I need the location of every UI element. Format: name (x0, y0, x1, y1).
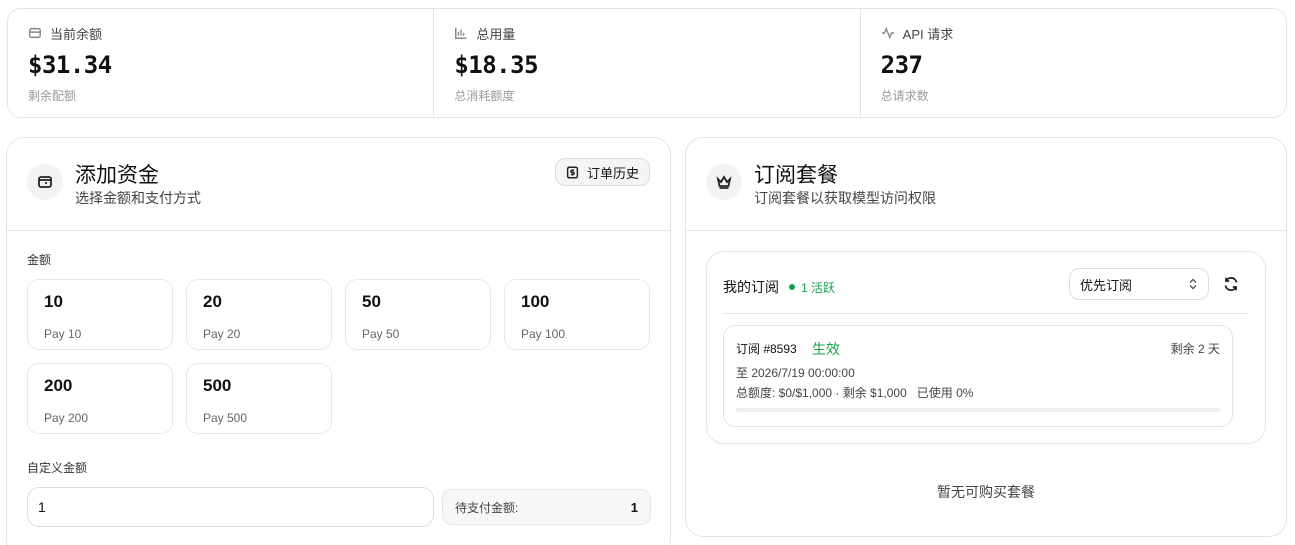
subscription-priority-select[interactable]: 优先订阅 (1069, 268, 1209, 300)
stat-value: 237 (880, 51, 923, 79)
bar-chart-icon (455, 27, 467, 39)
amount-option-10[interactable]: 10 Pay 10 (27, 279, 173, 350)
subscription-header: 订阅套餐 订阅套餐以获取模型访问权限 (686, 138, 1286, 231)
select-value: 优先订阅 (1080, 277, 1133, 293)
stat-label: 总用量 (476, 26, 516, 42)
pending-amount: 待支付金额: 1 (442, 489, 651, 525)
stat-usage: 总用量 $18.35 总消耗额度 (434, 9, 861, 117)
wallet-icon (38, 176, 52, 188)
wallet-icon (29, 27, 41, 39)
amount-option-50[interactable]: 50 Pay 50 (345, 279, 491, 350)
amount-option-200[interactable]: 200 Pay 200 (27, 363, 173, 434)
card-subtitle: 选择金额和支付方式 (75, 190, 201, 206)
card-subtitle: 订阅套餐以获取模型访问权限 (754, 190, 936, 206)
status-badge: 生效 (812, 341, 840, 357)
order-history-label: 订单历史 (586, 165, 639, 181)
subscription-card: 订阅套餐 订阅套餐以获取模型访问权限 我的订阅 1 活跃 优先订阅 订阅 #85… (685, 137, 1287, 537)
stat-balance: 当前余额 $31.34 剩余配额 (8, 9, 435, 117)
dollar-receipt-icon (566, 165, 579, 179)
amount-option-100[interactable]: 100 Pay 100 (504, 279, 650, 350)
amount-option-20[interactable]: 20 Pay 20 (186, 279, 332, 350)
stats-panel: 当前余额 $31.34 剩余配额 总用量 $18.35 总消耗额度 API 请求… (7, 8, 1287, 118)
my-subscriptions-label: 我的订阅 (723, 279, 779, 295)
subscription-id: 订阅 #8593 (736, 342, 797, 356)
crown-icon (716, 175, 732, 189)
card-title: 订阅套餐 (754, 164, 838, 187)
active-badge: 1 活跃 (789, 279, 835, 296)
stat-value: $31.34 (28, 51, 112, 79)
empty-plans-note: 暂无可购买套餐 (937, 484, 1035, 500)
custom-amount-label: 自定义金额 (27, 461, 88, 475)
order-history-button[interactable]: 订单历史 (554, 158, 650, 186)
add-funds-card: 添加资金 选择金额和支付方式 订单历史 金额 10 Pay 10 20 Pay … (6, 137, 671, 545)
stat-value: $18.35 (454, 51, 539, 79)
subscription-item: 订阅 #8593 生效 剩余 2 天 至 2026/7/19 00:00:00 … (723, 325, 1233, 427)
status-dot-icon (789, 284, 795, 290)
custom-amount-input[interactable] (27, 487, 434, 527)
refresh-button[interactable] (1219, 272, 1243, 296)
stat-label: 当前余额 (50, 26, 103, 42)
remaining-days: 剩余 2 天 (1170, 342, 1220, 356)
chevron-up-down-icon (1189, 278, 1197, 290)
my-subscriptions-panel: 我的订阅 1 活跃 优先订阅 订阅 #8593 生效 剩余 2 天 至 2026… (706, 251, 1266, 444)
amount-grid: 10 Pay 10 20 Pay 20 50 Pay 50 100 Pay 10… (27, 279, 651, 434)
stat-requests: API 请求 237 总请求数 (861, 9, 1286, 117)
card-title: 添加资金 (75, 164, 159, 187)
activity-icon (881, 26, 894, 40)
amount-option-500[interactable]: 500 Pay 500 (186, 363, 332, 434)
refresh-icon (1224, 277, 1238, 291)
stat-sub: 总消耗额度 (454, 89, 515, 103)
pending-label: 待支付金额: (455, 500, 519, 515)
stat-label: API 请求 (902, 26, 954, 42)
usage-progress-bar (736, 408, 1220, 412)
quota-info: 总额度: $0/$1,000 · 剩余 $1,000 已使用 0% (736, 386, 974, 400)
stat-sub: 剩余配额 (28, 89, 77, 103)
stat-sub: 总请求数 (880, 89, 929, 103)
amount-label: 金额 (27, 253, 52, 267)
add-funds-header: 添加资金 选择金额和支付方式 订单历史 (7, 138, 670, 231)
expiry-date: 至 2026/7/19 00:00:00 (736, 366, 855, 380)
pending-value: 1 (630, 499, 638, 515)
